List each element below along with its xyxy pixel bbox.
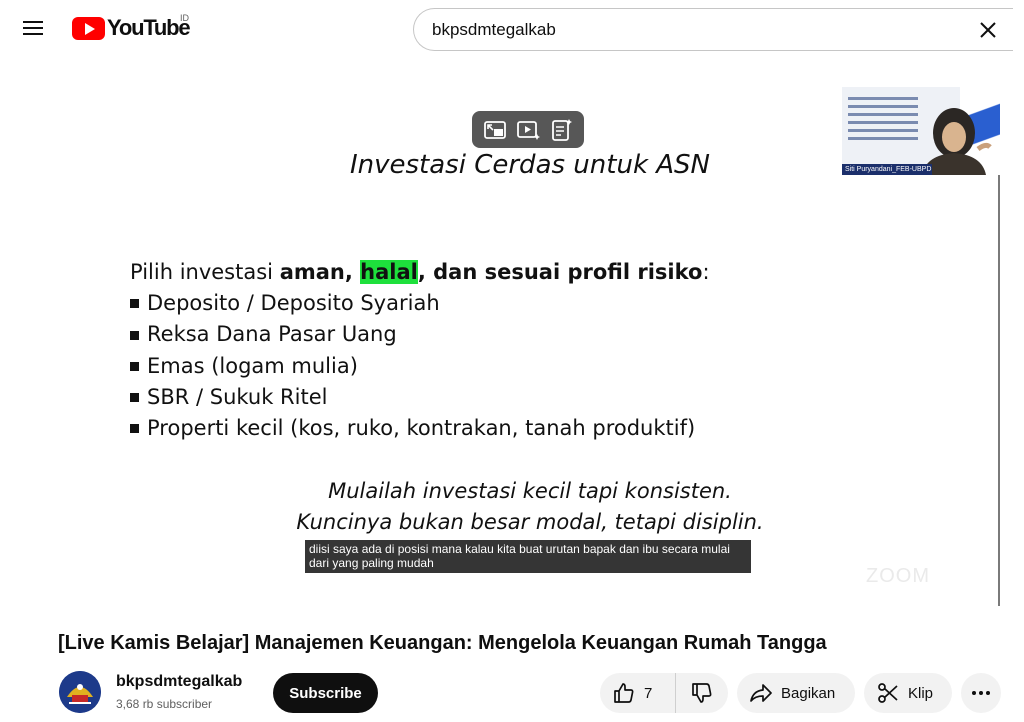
speaker-name: Siti Puryandani_FEB-UBPD (842, 164, 932, 175)
caption-line: dari yang paling mudah (309, 556, 434, 570)
bullet-text: Emas (logam mulia) (147, 353, 358, 378)
menu-icon-line (23, 27, 43, 29)
quote-line: Kuncinya bukan besar modal, tetapi disip… (296, 510, 764, 534)
subtitle-caption: diisi saya ada di posisi mana kalau kita… (305, 540, 751, 573)
channel-emblem-icon (59, 671, 101, 713)
autoplay-button[interactable] (515, 117, 541, 143)
share-button[interactable]: Bagikan (737, 673, 855, 713)
bullet-square-icon (130, 361, 139, 371)
slide-body: Pilih investasi aman, halal, dan sesuai … (130, 257, 710, 444)
slide-bullet: Reksa Dana Pasar Uang (130, 319, 710, 350)
speaker-video-inset: Siti Puryandani_FEB-UBPD (842, 87, 1000, 175)
video-watermark: ZOOM (866, 565, 930, 587)
thumbs-down-icon (692, 683, 712, 703)
share-arrow-icon (750, 684, 772, 702)
slide-bullet: SBR / Sukuk Ritel (130, 382, 710, 413)
more-actions-button[interactable] (961, 673, 1001, 713)
inset-slide-text (848, 97, 918, 145)
document-sparkle-icon (552, 118, 573, 141)
youtube-play-icon (72, 16, 105, 40)
thumbs-up-icon (614, 683, 634, 703)
bullet-square-icon (130, 424, 139, 434)
lead-colon: : (702, 260, 710, 284)
scissors-icon (878, 683, 898, 703)
lead-bold: aman, (279, 260, 361, 284)
youtube-logo[interactable]: YouTube (72, 15, 191, 41)
channel-name[interactable]: bkpsdmtegalkab (116, 673, 242, 691)
slide-bullet: Deposito / Deposito Syariah (130, 288, 710, 319)
bullet-text: SBR / Sukuk Ritel (147, 384, 328, 409)
search-box (413, 8, 1013, 51)
like-count: 7 (644, 684, 653, 702)
more-horizontal-icon (972, 691, 990, 695)
search-input[interactable] (432, 19, 952, 41)
bullet-square-icon (130, 392, 139, 402)
caption-line: diisi saya ada di posisi mana kalau kita… (309, 542, 730, 556)
bullet-text: Deposito / Deposito Syariah (147, 291, 440, 316)
like-dislike-group: 7 (600, 673, 728, 713)
slide-quote: Mulailah investasi kecil tapi konsisten.… (0, 476, 1024, 538)
play-sparkle-icon (517, 120, 540, 140)
summary-button[interactable] (548, 117, 574, 143)
slide-bullet: Properti kecil (kos, ruko, kontrakan, ta… (130, 413, 710, 444)
channel-avatar[interactable] (59, 671, 101, 713)
share-label: Bagikan (781, 684, 836, 702)
lead-text: Pilih investasi (130, 260, 280, 284)
player-overlay-controls (472, 111, 584, 148)
menu-icon-line (23, 33, 43, 35)
quote-line: Mulailah investasi kecil tapi konsisten. (328, 479, 732, 503)
lead-highlight: halal (360, 260, 418, 284)
miniplayer-button[interactable] (482, 117, 508, 143)
menu-button[interactable] (18, 17, 48, 43)
like-button[interactable]: 7 (600, 673, 676, 713)
slide-lead: Pilih investasi aman, halal, dan sesuai … (130, 257, 710, 288)
bullet-square-icon (130, 330, 139, 340)
clear-search-button[interactable] (976, 18, 1000, 42)
bullet-text: Properti kecil (kos, ruko, kontrakan, ta… (147, 416, 696, 441)
subscribe-button[interactable]: Subscribe (273, 673, 378, 713)
video-title: [Live Kamis Belajar] Manajemen Keuangan:… (58, 632, 827, 654)
logo-text: YouTube (107, 15, 191, 40)
bullet-text: Reksa Dana Pasar Uang (147, 322, 397, 347)
dislike-button[interactable] (676, 673, 728, 713)
close-icon (980, 22, 996, 38)
bullet-square-icon (130, 299, 139, 309)
menu-icon-line (23, 21, 43, 23)
region-code: ID (180, 13, 189, 23)
clip-label: Klip (908, 684, 934, 702)
clip-button[interactable]: Klip (864, 673, 952, 713)
lead-bold: , dan sesuai profil risiko (417, 260, 703, 284)
miniplayer-icon (483, 120, 506, 139)
subscriber-count: 3,68 rb subscriber (116, 697, 213, 711)
slide-bullet: Emas (logam mulia) (130, 351, 710, 382)
